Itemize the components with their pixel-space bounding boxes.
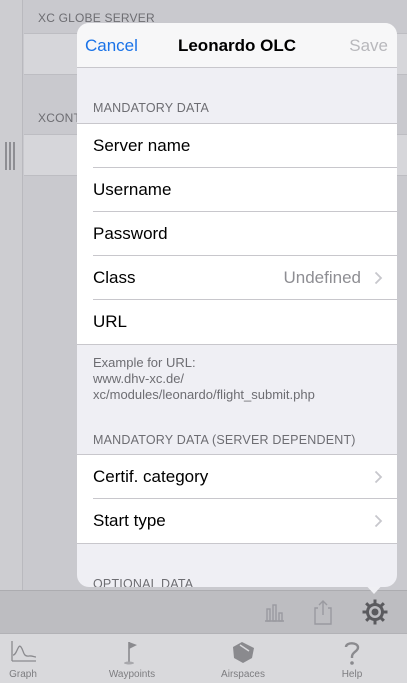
certif-category-selector[interactable]: Certif. category: [93, 455, 397, 499]
section-header-optional: OPTIONAL DATA: [93, 577, 194, 587]
username-field[interactable]: Username: [93, 168, 397, 212]
tab-airspaces[interactable]: Airspaces: [203, 634, 283, 683]
save-button[interactable]: Save: [349, 36, 388, 56]
bottom-toolbar: [0, 590, 407, 633]
drag-grip-handle[interactable]: [5, 142, 16, 170]
username-label: Username: [93, 180, 172, 199]
start-type-label: Start type: [93, 511, 166, 530]
tab-waypoints[interactable]: Waypoints: [92, 634, 172, 683]
tab-waypoints-label: Waypoints: [108, 669, 156, 680]
section-header-xcont: XCONT: [38, 111, 81, 125]
server-name-label: Server name: [93, 136, 191, 155]
tab-airspaces-label: Airspaces: [221, 669, 265, 680]
mandatory-data-group: Server name Username Password Class Unde…: [77, 123, 397, 345]
url-example-line: Example for URL:: [93, 355, 196, 370]
bar-chart-icon[interactable]: [261, 599, 287, 625]
tab-graph[interactable]: Graph: [0, 634, 63, 683]
left-sidebar-strip: [0, 0, 23, 590]
section-header-server-dependent: MANDATORY DATA (SERVER DEPENDENT): [93, 433, 356, 447]
tab-help-label: Help: [341, 669, 363, 680]
url-example-line: xc/modules/leonardo/flight_submit.php: [93, 387, 315, 402]
gear-icon[interactable]: [362, 599, 388, 625]
class-label: Class: [93, 268, 136, 287]
chevron-right-icon: [374, 470, 383, 484]
section-header-mandatory: MANDATORY DATA: [93, 101, 210, 115]
url-example-line: www.dhv-xc.de/: [93, 371, 185, 386]
tab-help[interactable]: Help: [312, 634, 392, 683]
password-label: Password: [93, 224, 168, 243]
question-icon: [344, 642, 360, 665]
url-example-note: Example for URL: www.dhv-xc.de/ xc/modul…: [93, 355, 383, 403]
url-field[interactable]: URL: [93, 300, 397, 344]
password-field[interactable]: Password: [93, 212, 397, 256]
tab-bar: Graph Waypoints Airspaces Help: [0, 633, 407, 683]
chevron-right-icon: [374, 514, 383, 528]
start-type-selector[interactable]: Start type: [93, 499, 397, 543]
graph-icon: [11, 641, 37, 662]
flag-icon: [124, 642, 137, 665]
leonardo-olc-popover: Cancel Leonardo OLC Save MANDATORY DATA …: [77, 23, 397, 587]
server-dependent-group: Certif. category Start type: [77, 454, 397, 544]
chevron-right-icon: [374, 271, 383, 285]
certif-category-label: Certif. category: [93, 467, 209, 486]
share-icon[interactable]: [310, 599, 336, 625]
tab-graph-label: Graph: [9, 669, 37, 680]
map-icon: [233, 642, 254, 663]
url-label: URL: [93, 312, 128, 331]
class-selector[interactable]: Class Undefined: [93, 256, 397, 300]
class-value: Undefined: [283, 268, 361, 287]
navigation-bar: Cancel Leonardo OLC Save: [77, 23, 397, 68]
server-name-field[interactable]: Server name: [93, 124, 397, 168]
